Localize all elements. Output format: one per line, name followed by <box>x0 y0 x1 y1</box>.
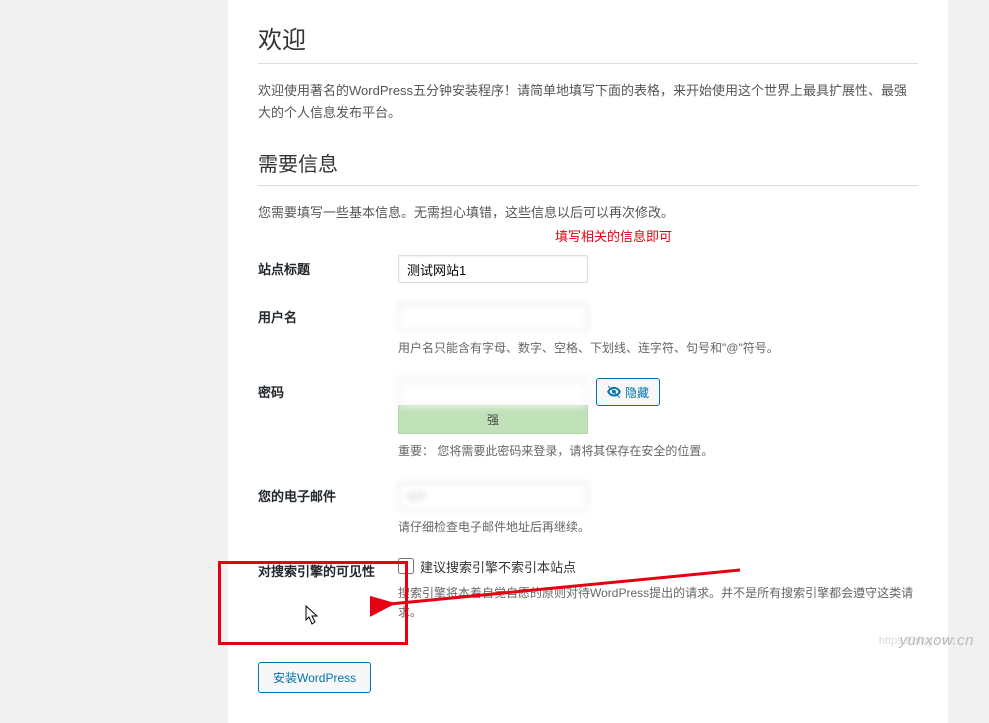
visibility-note: 搜索引擎将本着自觉自愿的原则对待WordPress提出的请求。并不是所有搜索引擎… <box>398 584 918 622</box>
watermark-text: yunxow.cn <box>899 632 974 649</box>
annotation-text: 填写相关的信息即可 <box>555 226 672 245</box>
install-wordpress-button[interactable]: 安装WordPress <box>258 662 371 693</box>
email-note: 请仔细检查电子邮件地址后再继续。 <box>398 518 918 537</box>
welcome-intro: 欢迎使用著名的WordPress五分钟安装程序！请简单地填写下面的表格，来开始使… <box>258 80 918 124</box>
visibility-checkbox-label: 建议搜索引擎不索引本站点 <box>420 557 576 576</box>
install-form-container: 欢迎 欢迎使用著名的WordPress五分钟安装程序！请简单地填写下面的表格，来… <box>228 0 948 723</box>
username-note: 用户名只能含有字母、数字、空格、下划线、连字符、句号和"@"符号。 <box>398 339 918 358</box>
hide-btn-label: 隐藏 <box>625 384 649 401</box>
password-label: 密码 <box>258 368 398 471</box>
password-note: 重要： 您将需要此密码来登录，请将其保存在安全的位置。 <box>398 442 918 461</box>
visibility-checkbox[interactable] <box>398 558 414 574</box>
email-label: 您的电子邮件 <box>258 472 398 547</box>
hide-password-button[interactable]: 隐藏 <box>596 378 660 406</box>
visibility-label: 对搜索引擎的可见性 <box>258 547 398 632</box>
eye-slash-icon <box>607 385 621 399</box>
site-title-input[interactable] <box>398 255 588 283</box>
email-input[interactable] <box>398 482 588 510</box>
password-input[interactable] <box>398 378 588 406</box>
site-title-label: 站点标题 <box>258 245 398 293</box>
username-label: 用户名 <box>258 293 398 368</box>
info-heading: 需要信息 <box>258 148 918 186</box>
welcome-heading: 欢迎 <box>258 20 918 64</box>
info-intro: 您需要填写一些基本信息。无需担心填错，这些信息以后可以再次修改。 <box>258 202 918 221</box>
install-form-table: 站点标题 用户名 用户名只能含有字母、数字、空格、下划线、连字符、句号和"@"符… <box>258 245 918 632</box>
username-input[interactable] <box>398 303 588 331</box>
password-strength: 强 <box>398 405 588 434</box>
